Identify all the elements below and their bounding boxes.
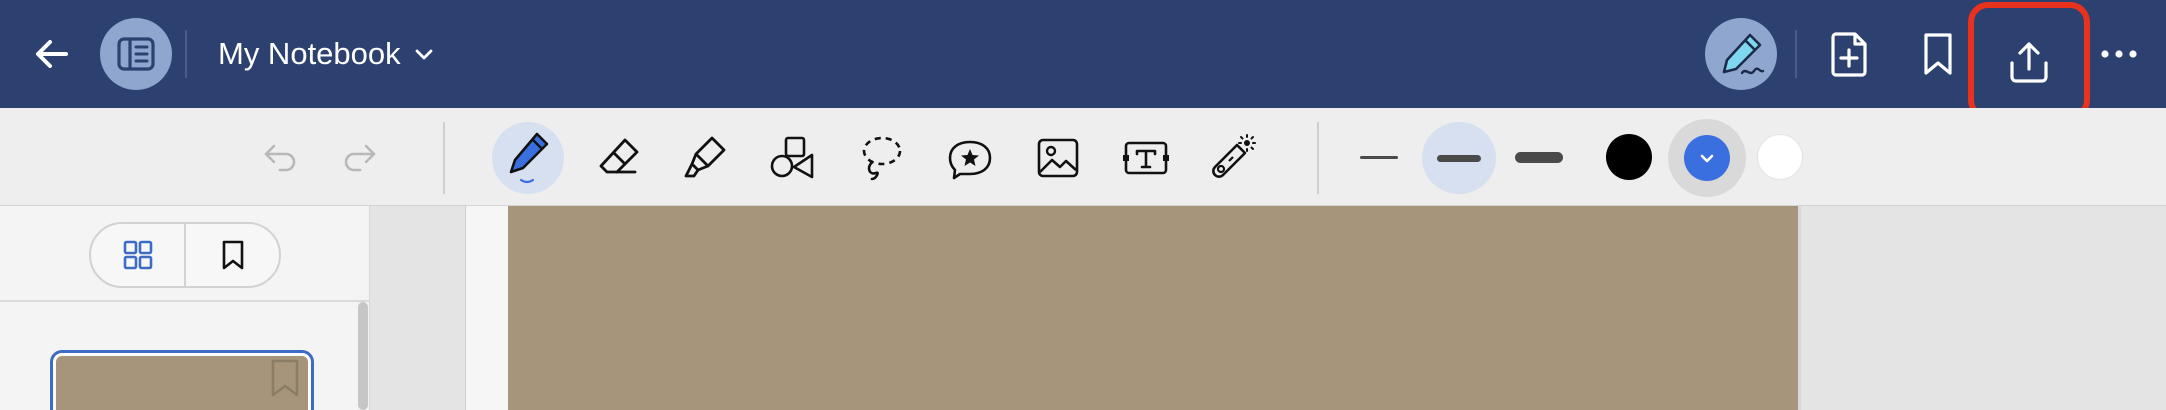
redo-button[interactable]	[335, 134, 385, 180]
more-horizontal-icon	[2101, 50, 2137, 58]
stroke-width-thick[interactable]	[1512, 134, 1566, 180]
sticker-icon	[948, 140, 992, 180]
chevron-down-icon	[415, 49, 433, 60]
stroke-medium-swatch	[1437, 154, 1481, 162]
more-options-button[interactable]	[2088, 26, 2150, 82]
stroke-thick-swatch	[1515, 151, 1563, 163]
pen-icon	[509, 132, 549, 184]
header-divider	[1795, 30, 1797, 78]
shapes-tool-button[interactable]	[757, 122, 829, 194]
color-blue-swatch[interactable]	[1668, 119, 1746, 197]
sidebar-divider	[0, 300, 370, 302]
pen-mode-button[interactable]	[1705, 18, 1777, 90]
page-left-margin	[465, 206, 509, 410]
eraser-icon	[599, 138, 639, 174]
color-black-swatch[interactable]	[1606, 134, 1652, 180]
notebook-page[interactable]	[508, 206, 1798, 410]
redo-icon	[344, 144, 376, 172]
header-divider	[185, 30, 187, 78]
chevron-down-icon	[1700, 154, 1714, 163]
file-plus-icon	[1831, 32, 1867, 77]
sidebar-view-switcher	[89, 222, 281, 288]
highlighter-icon	[684, 136, 726, 178]
undo-icon	[264, 144, 296, 172]
highlighter-tool-button[interactable]	[670, 122, 742, 194]
grid-icon	[123, 240, 152, 270]
drawing-toolbar	[0, 108, 2166, 206]
image-tool-button[interactable]	[1022, 122, 1094, 194]
shapes-icon	[770, 136, 814, 179]
bookmarks-view-tab[interactable]	[186, 224, 279, 286]
lasso-tool-button[interactable]	[846, 122, 918, 194]
page-thumbnail-preview	[56, 356, 308, 410]
arrow-left-icon	[36, 40, 68, 68]
stroke-thin-swatch	[1360, 155, 1398, 159]
share-button[interactable]	[1970, 4, 2088, 120]
lasso-icon	[862, 136, 902, 181]
text-box-icon	[1123, 141, 1169, 175]
bookmark-icon	[222, 240, 243, 270]
sidebar-toggle-button[interactable]	[100, 18, 172, 90]
grid-view-tab[interactable]	[91, 224, 184, 286]
laser-pointer-icon	[1212, 134, 1256, 178]
page-thumbnail[interactable]	[50, 350, 314, 410]
laser-pointer-tool-button[interactable]	[1196, 122, 1268, 194]
bookmark-page-button[interactable]	[1910, 26, 1966, 82]
image-icon	[1037, 138, 1079, 178]
notebook-title: My Notebook	[218, 36, 401, 71]
toolbar-divider	[443, 122, 445, 194]
eraser-tool-button[interactable]	[583, 122, 655, 194]
sidebar-scrollbar[interactable]	[358, 302, 368, 410]
page-thumbnails-sidebar	[0, 206, 370, 410]
sticker-tool-button[interactable]	[934, 122, 1006, 194]
color-blue-fill	[1684, 135, 1730, 181]
top-navigation-bar: My Notebook	[0, 0, 2166, 120]
add-page-button[interactable]	[1822, 26, 1878, 82]
text-tool-button[interactable]	[1110, 122, 1182, 194]
page-right-edge	[1798, 206, 1801, 410]
sidebar-panel-icon	[117, 37, 155, 71]
share-upload-icon	[2010, 42, 2048, 83]
notebook-title-dropdown[interactable]: My Notebook	[218, 30, 435, 78]
pen-tool-button[interactable]	[492, 122, 564, 194]
back-button[interactable]	[26, 28, 78, 80]
stroke-width-thin[interactable]	[1356, 134, 1402, 180]
stroke-width-medium[interactable]	[1422, 122, 1496, 194]
color-white-swatch[interactable]	[1757, 134, 1803, 180]
pen-write-icon	[1722, 33, 1765, 75]
bookmark-icon[interactable]	[268, 358, 302, 398]
toolbar-divider	[1317, 122, 1319, 194]
undo-button[interactable]	[255, 134, 305, 180]
bookmark-icon	[1924, 33, 1952, 75]
